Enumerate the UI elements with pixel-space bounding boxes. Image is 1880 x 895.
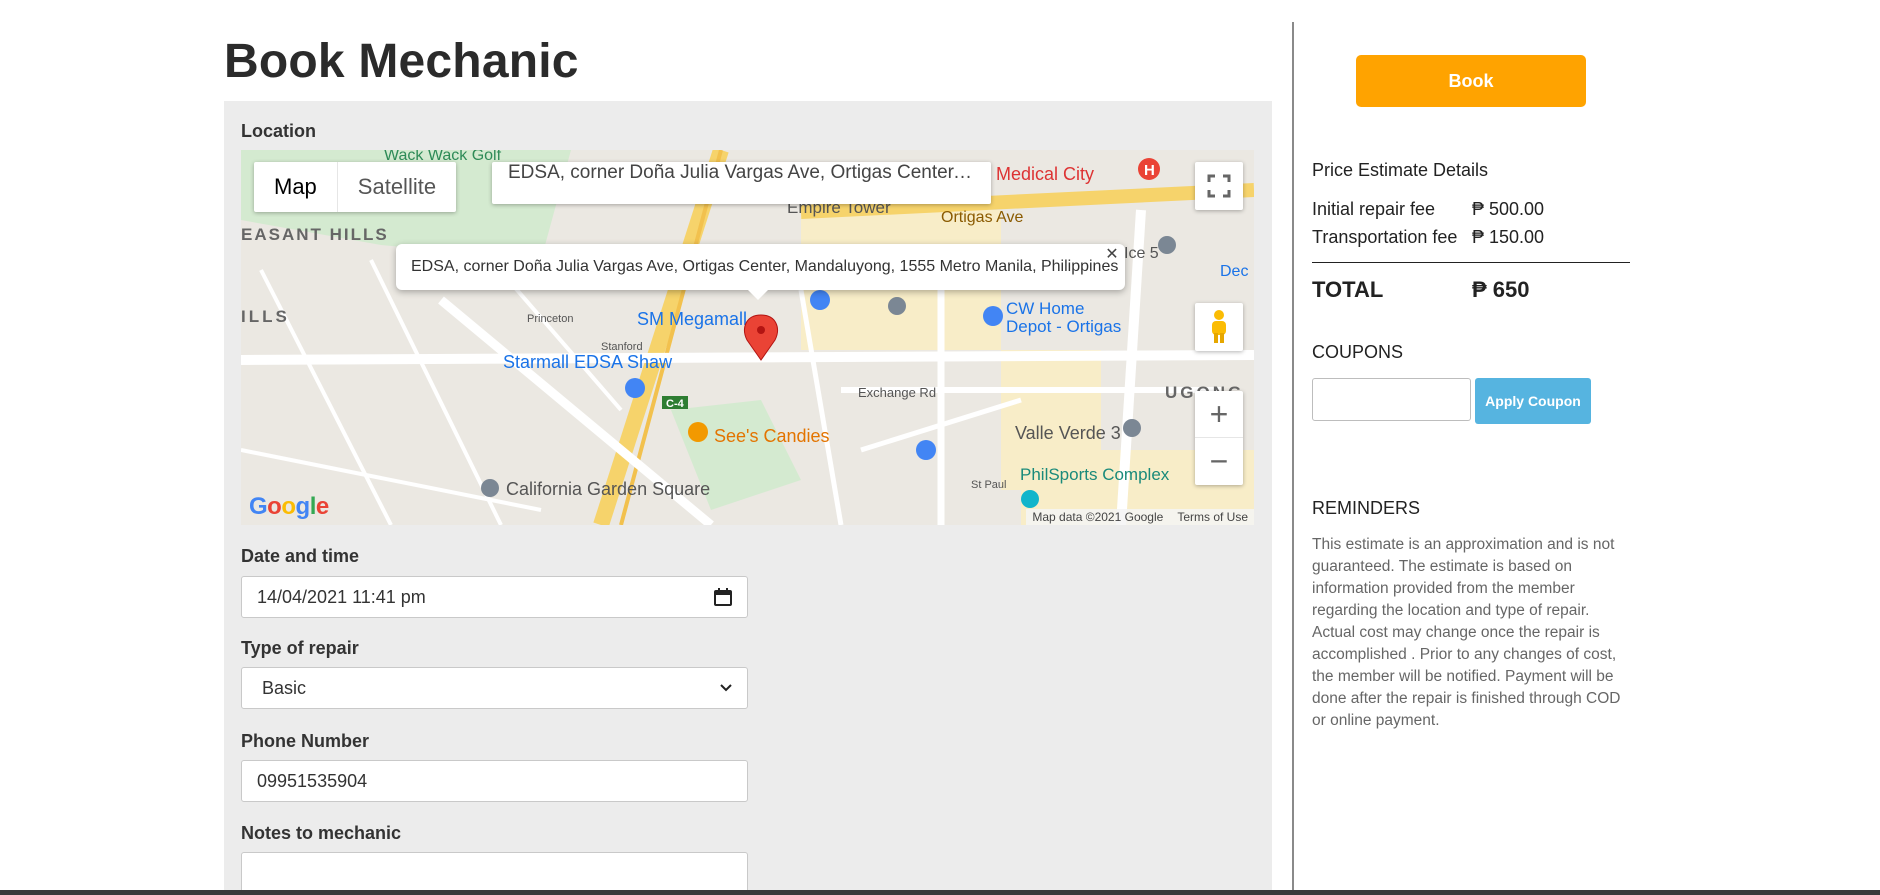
initial-fee-row: Initial repair fee ₱ 500.00	[1312, 199, 1544, 220]
total-label: TOTAL	[1312, 277, 1384, 302]
transport-fee-row: Transportation fee ₱ 150.00	[1312, 227, 1544, 248]
total-row: TOTAL ₱ 650	[1312, 277, 1530, 303]
shopping-marker-icon	[916, 440, 936, 460]
place-label: EASANT HILLS	[241, 225, 389, 244]
restaurant-marker-icon	[688, 422, 708, 442]
reminders-text: This estimate is an approximation and is…	[1312, 536, 1621, 729]
place-label: Valle Verde 3	[1015, 423, 1121, 443]
place-label: See's Candies	[714, 426, 830, 446]
apply-coupon-button[interactable]: Apply Coupon	[1475, 378, 1591, 424]
booking-form-panel: Location Wack Wack Golf Medical City Emp…	[224, 101, 1272, 895]
zoom-out-icon[interactable]: −	[1195, 438, 1243, 485]
date-time-input[interactable]: 14/04/2021 11:41 pm	[241, 576, 748, 618]
notes-label: Notes to mechanic	[241, 823, 402, 843]
place-label: PhilSports Complex	[1020, 465, 1170, 484]
place-marker-icon	[888, 297, 906, 315]
google-logo: Google	[249, 493, 329, 520]
map-type-satellite-button[interactable]: Satellite	[338, 162, 456, 212]
date-time-label: Date and time	[241, 546, 360, 566]
reminders-heading: REMINDERS	[1312, 498, 1421, 518]
coupons-heading: COUPONS	[1312, 342, 1404, 362]
shopping-marker-icon	[983, 306, 1003, 326]
close-icon[interactable]: ✕	[1103, 246, 1121, 264]
fullscreen-icon[interactable]	[1195, 162, 1243, 210]
map-data-text: Map data ©2021 Google	[1032, 510, 1164, 524]
place-label: Dec	[1220, 263, 1248, 280]
page-title: Book Mechanic	[224, 35, 579, 88]
svg-text:H: H	[1144, 162, 1155, 179]
map-attribution: Map data ©2021 Google Terms of Use	[1026, 509, 1254, 525]
coupon-input[interactable]	[1312, 378, 1471, 421]
bottom-edge	[0, 890, 1880, 895]
place-label: Starmall EDSA Shaw	[503, 352, 673, 372]
place-label: C-4	[666, 398, 685, 410]
repair-type-value: Basic	[262, 677, 307, 698]
map-info-window: EDSA, corner Doña Julia Vargas Ave, Orti…	[396, 244, 1125, 300]
total-divider	[1312, 262, 1630, 263]
notes-textarea[interactable]	[241, 852, 748, 895]
transport-fee-label: Transportation fee	[1312, 227, 1458, 247]
chevron-down-icon	[720, 684, 732, 692]
location-label: Location	[241, 121, 316, 141]
place-label: Stanford	[601, 341, 643, 353]
place-label: Exchange Rd	[858, 385, 936, 400]
place-label: CW Home	[1006, 299, 1084, 318]
total-value: ₱ 650	[1472, 277, 1530, 302]
vertical-divider	[1292, 22, 1294, 895]
zoom-in-icon[interactable]: +	[1195, 391, 1243, 438]
initial-fee-label: Initial repair fee	[1312, 199, 1436, 219]
place-label: Medical City	[996, 164, 1094, 184]
map-search-input[interactable]: EDSA, corner Doña Julia Vargas Ave, Orti…	[492, 162, 991, 204]
terms-of-use-link[interactable]: Terms of Use	[1177, 510, 1248, 524]
map-type-control: Map Satellite	[254, 162, 457, 212]
repair-type-label: Type of repair	[241, 638, 359, 658]
info-window-address: EDSA, corner Doña Julia Vargas Ave, Orti…	[411, 258, 1119, 275]
place-label: Ortigas Ave	[941, 209, 1024, 226]
place-label: SM Megamall	[637, 309, 747, 329]
place-marker-icon	[481, 479, 499, 497]
zoom-control: + −	[1195, 391, 1243, 485]
place-label: California Garden Square	[506, 479, 710, 499]
place-label: Ice 5	[1124, 245, 1159, 262]
phone-input[interactable]: 09951535904	[241, 760, 748, 802]
price-estimate-heading: Price Estimate Details	[1312, 160, 1489, 180]
shopping-marker-icon	[810, 290, 830, 310]
transport-fee-value: ₱ 150.00	[1472, 227, 1545, 247]
place-label: St Paul	[971, 479, 1006, 491]
date-time-value: 14/04/2021 11:41 pm	[257, 586, 426, 607]
phone-label: Phone Number	[241, 731, 370, 751]
place-label: Princeton	[527, 313, 573, 325]
calendar-icon[interactable]	[714, 588, 732, 606]
map-type-map-button[interactable]: Map	[254, 162, 338, 212]
place-label: Depot - Ortigas	[1006, 317, 1121, 336]
pegman-icon[interactable]	[1195, 303, 1243, 351]
location-map[interactable]: Wack Wack Golf Medical City Empire Tower…	[241, 150, 1254, 525]
place-marker-icon	[1158, 236, 1176, 254]
place-marker-icon	[1123, 419, 1141, 437]
book-button[interactable]: Book	[1356, 55, 1586, 107]
place-label: ILLS	[241, 307, 290, 326]
initial-fee-value: ₱ 500.00	[1472, 199, 1545, 219]
shopping-marker-icon	[625, 378, 645, 398]
repair-type-select[interactable]: Basic	[241, 667, 748, 709]
stadium-marker-icon	[1021, 490, 1039, 508]
